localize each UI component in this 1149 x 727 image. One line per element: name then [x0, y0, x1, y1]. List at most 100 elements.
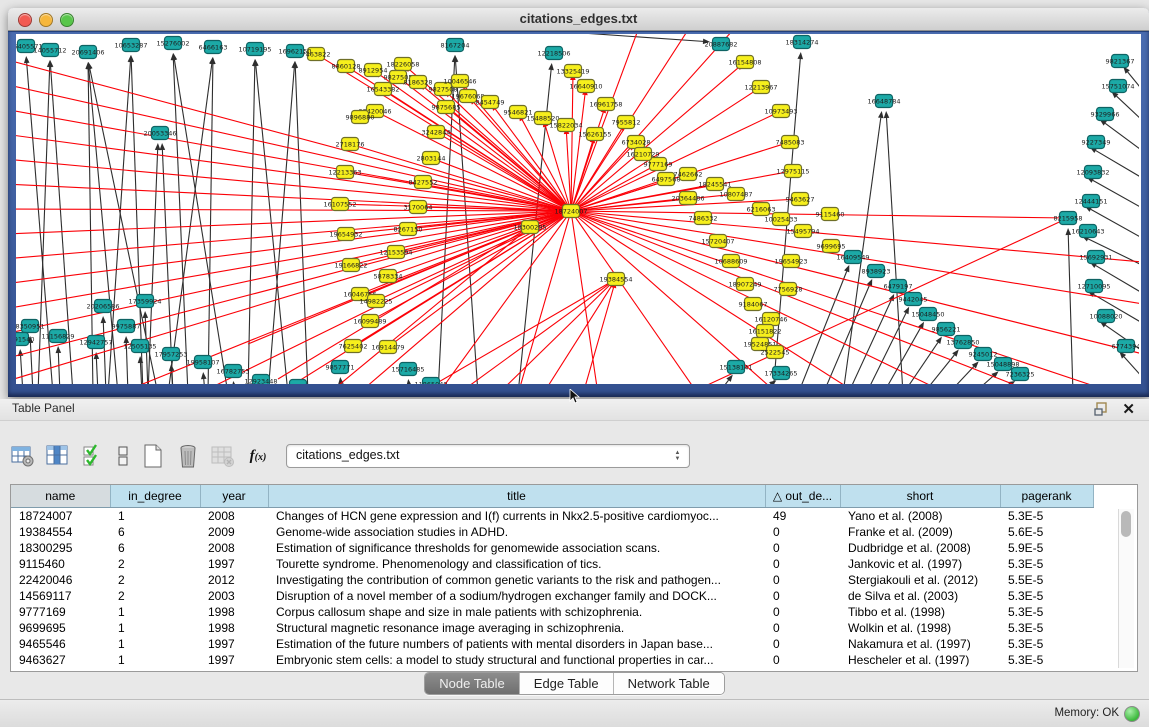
column-header-year[interactable]: year	[200, 485, 268, 508]
table-cell[interactable]: Tourette syndrome. Phenomenology and cla…	[268, 556, 765, 572]
table-selector-dropdown[interactable]: citations_edges.txt ▲▼	[286, 444, 690, 468]
float-window-icon[interactable]	[1094, 402, 1109, 416]
table-cell[interactable]: Estimation of the future numbers of pati…	[268, 636, 765, 652]
tab-network-table[interactable]: Network Table	[614, 673, 724, 694]
citation-edge-red[interactable]	[498, 285, 610, 384]
table-row[interactable]: 1872400712008Changes of HCN gene express…	[11, 508, 1093, 525]
column-header-name[interactable]: name	[11, 485, 110, 508]
table-row[interactable]: 946554611997Estimation of the future num…	[11, 636, 1093, 652]
column-header-title[interactable]: title	[268, 485, 765, 508]
table-cell[interactable]: 0	[765, 572, 840, 588]
table-row[interactable]: 2242004622012Investigating the contribut…	[11, 572, 1093, 588]
table-cell[interactable]: 5.3E-5	[1000, 556, 1093, 572]
table-cell[interactable]: Changes of HCN gene expression and I(f) …	[268, 508, 765, 525]
citation-edge-black[interactable]	[208, 64, 213, 384]
table-cell[interactable]: Yano et al. (2008)	[840, 508, 1000, 525]
table-cell[interactable]: 5.3E-5	[1000, 604, 1093, 620]
table-cell[interactable]: 0	[765, 540, 840, 556]
show-columns-icon[interactable]	[45, 443, 71, 469]
table-cell[interactable]: 5.3E-5	[1000, 652, 1093, 668]
table-cell[interactable]: 9465546	[11, 636, 110, 652]
table-cell[interactable]: 2009	[200, 524, 268, 540]
table-cell[interactable]: 19384554	[11, 524, 110, 540]
citation-edge-black[interactable]	[131, 62, 143, 384]
table-cell[interactable]: 1998	[200, 604, 268, 620]
row-height-icon[interactable]	[115, 443, 131, 469]
citation-edge-black[interactable]	[887, 118, 903, 384]
table-cell[interactable]: 9699695	[11, 620, 110, 636]
table-cell[interactable]: Embryonic stem cells: a model to study s…	[268, 652, 765, 668]
citation-edge-black[interactable]	[973, 376, 993, 384]
citation-edge-black[interactable]	[204, 379, 205, 384]
table-cell[interactable]: Tibbo et al. (1998)	[840, 604, 1000, 620]
table-cell[interactable]: 1997	[200, 652, 268, 668]
table-cell[interactable]: 5.6E-5	[1000, 524, 1093, 540]
table-cell[interactable]: Wolkin et al. (1998)	[840, 620, 1000, 636]
citation-edge-black[interactable]	[174, 60, 228, 384]
citation-edge-red[interactable]	[278, 211, 571, 384]
table-cell[interactable]: Structural magnetic resonance image aver…	[268, 620, 765, 636]
table-cell[interactable]: 2012	[200, 572, 268, 588]
column-header-pagerank[interactable]: pagerank	[1000, 485, 1093, 508]
table-cell[interactable]: 2008	[200, 540, 268, 556]
close-panel-icon[interactable]: ✕	[1122, 400, 1135, 418]
new-table-icon[interactable]	[140, 443, 166, 469]
delete-table-icon[interactable]	[175, 443, 201, 469]
table-cell[interactable]: 9115460	[11, 556, 110, 572]
table-cell[interactable]: Estimation of significance thresholds fo…	[268, 540, 765, 556]
table-cell[interactable]: Genome-wide association studies in ADHD.	[268, 524, 765, 540]
function-builder-icon[interactable]: f(x)	[245, 443, 271, 469]
citation-edge-red[interactable]	[418, 284, 608, 384]
table-cell[interactable]: 1	[110, 604, 200, 620]
citation-edge-red[interactable]	[458, 284, 609, 384]
table-cell[interactable]: 18300295	[11, 540, 110, 556]
table-cell[interactable]: 5.9E-5	[1000, 540, 1093, 556]
table-cell[interactable]: 6	[110, 540, 200, 556]
citation-edge-red[interactable]	[571, 80, 573, 211]
citation-edge-black[interactable]	[30, 343, 33, 384]
citation-edge-red[interactable]	[571, 211, 1118, 384]
tab-edge-table[interactable]: Edge Table	[520, 673, 614, 694]
citation-edge-black[interactable]	[168, 64, 212, 384]
table-cell[interactable]: 5.3E-5	[1000, 620, 1093, 636]
column-header-out_de[interactable]: △ out_de...	[765, 485, 840, 508]
table-cell[interactable]: 22420046	[11, 572, 110, 588]
table-cell[interactable]: 9463627	[11, 652, 110, 668]
citation-edge-black[interactable]	[553, 34, 703, 41]
citation-edge-black[interactable]	[718, 380, 729, 384]
table-row[interactable]: 969969511998Structural magnetic resonanc…	[11, 620, 1093, 636]
select-all-icon[interactable]	[80, 443, 106, 469]
citation-edge-red[interactable]	[518, 211, 571, 384]
column-header-in_degree[interactable]: in_degree	[110, 485, 200, 508]
table-cell[interactable]: 2	[110, 572, 200, 588]
tab-node-table[interactable]: Node Table	[425, 673, 520, 694]
citation-edge-black[interactable]	[1117, 96, 1139, 122]
table-cell[interactable]: 0	[765, 588, 840, 604]
table-cell[interactable]: 6	[110, 524, 200, 540]
table-cell[interactable]: 1	[110, 620, 200, 636]
table-cell[interactable]: 0	[765, 636, 840, 652]
vertical-scrollbar[interactable]	[1118, 509, 1134, 668]
table-cell[interactable]: 0	[765, 556, 840, 572]
table-cell[interactable]: 1	[110, 636, 200, 652]
table-cell[interactable]: 2	[110, 588, 200, 604]
table-cell[interactable]: 0	[765, 604, 840, 620]
table-cell[interactable]: 5.3E-5	[1000, 636, 1093, 652]
citation-edge-black[interactable]	[96, 359, 98, 384]
table-cell[interactable]: Jankovic et al. (1997)	[840, 556, 1000, 572]
table-cell[interactable]: Disruption of a novel member of a sodium…	[268, 588, 765, 604]
table-row[interactable]: 1830029562008Estimation of significance …	[11, 540, 1093, 556]
citation-edge-red[interactable]	[583, 288, 614, 384]
table-row[interactable]: 911546021997Tourette syndrome. Phenomeno…	[11, 556, 1093, 572]
table-cell[interactable]: 1998	[200, 620, 268, 636]
citation-edge-red[interactable]	[16, 211, 571, 382]
citation-edge-black[interactable]	[21, 356, 23, 384]
table-cell[interactable]: 0	[765, 652, 840, 668]
citation-edge-red[interactable]	[571, 211, 1139, 354]
table-cell[interactable]: 2003	[200, 588, 268, 604]
table-cell[interactable]: 0	[765, 620, 840, 636]
citation-edge-black[interactable]	[1124, 357, 1139, 379]
table-cell[interactable]: de Silva et al. (2003)	[840, 588, 1000, 604]
table-cell[interactable]: 18724007	[11, 508, 110, 525]
network-window-titlebar[interactable]: citations_edges.txt	[8, 8, 1149, 31]
